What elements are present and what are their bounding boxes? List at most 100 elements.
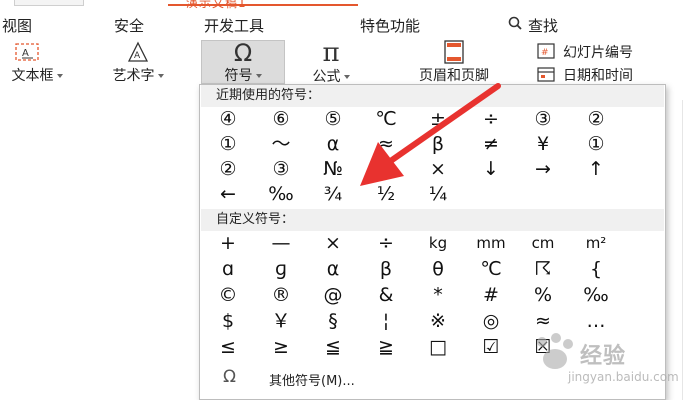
custom-symbol[interactable]: { <box>576 257 616 281</box>
custom-symbol[interactable]: © <box>208 283 248 307</box>
custom-symbol[interactable]: ÷ <box>366 231 406 255</box>
custom-symbol[interactable]: cm <box>523 231 563 255</box>
custom-symbol[interactable]: ℃ <box>471 257 511 281</box>
recent-symbol[interactable]: № <box>313 157 353 181</box>
search-icon[interactable] <box>508 16 522 30</box>
recent-symbol[interactable]: ③ <box>261 157 301 181</box>
recent-symbol[interactable]: α <box>313 132 353 156</box>
chevron-down-icon <box>343 74 350 79</box>
window-tab[interactable] <box>14 0 84 6</box>
recent-symbol[interactable]: ¾ <box>313 182 353 206</box>
symbol-tool[interactable]: Ω 符号 <box>201 40 285 84</box>
custom-symbol[interactable]: ☑ <box>471 335 511 359</box>
baidu-paw-logo-icon <box>537 333 573 369</box>
recent-symbol[interactable]: ¼ <box>418 182 458 206</box>
recent-symbol[interactable]: ≈ <box>366 132 406 156</box>
custom-symbol[interactable]: ≥ <box>261 335 301 359</box>
custom-symbol[interactable]: ◎ <box>471 309 511 333</box>
wordart-tool[interactable]: A 艺术字 <box>94 40 182 84</box>
custom-symbol[interactable]: ☈ <box>523 257 563 281</box>
custom-symbol[interactable]: ≧ <box>366 335 406 359</box>
chevron-down-icon <box>157 73 164 78</box>
recent-symbol[interactable]: ← <box>208 182 248 206</box>
formula-tool[interactable]: π 公式 <box>294 38 368 85</box>
custom-symbol[interactable]: kg <box>418 231 458 255</box>
custom-symbol[interactable]: — <box>261 231 301 255</box>
custom-symbol[interactable]: ɑ <box>208 257 248 281</box>
slide-number-label[interactable]: 幻灯片编号 <box>563 42 633 62</box>
recent-symbol[interactable]: ② <box>208 157 248 181</box>
recent-symbol[interactable]: ⑥ <box>261 107 301 131</box>
slide-number-icon[interactable]: # <box>537 43 555 59</box>
custom-symbols-header: 自定义符号： <box>201 209 664 231</box>
custom-symbol[interactable]: mm <box>471 231 511 255</box>
tab-security[interactable]: 安全 <box>114 15 144 36</box>
custom-symbol[interactable]: ‰ <box>576 283 616 307</box>
recent-symbol[interactable]: ↑ <box>576 157 616 181</box>
custom-symbol[interactable]: $ <box>208 309 248 333</box>
recent-symbol[interactable]: β <box>418 132 458 156</box>
recent-symbol[interactable]: ‰ <box>261 182 301 206</box>
more-symbols-label: 其他符号(M)... <box>269 374 355 389</box>
custom-symbol[interactable]: α <box>313 257 353 281</box>
recent-symbol[interactable]: ～ <box>261 132 301 156</box>
recent-symbol[interactable]: ① <box>576 132 616 156</box>
textbox-tool[interactable]: A 文本框 <box>0 40 74 84</box>
custom-symbol[interactable]: § <box>313 309 353 333</box>
custom-symbol[interactable]: ≤ <box>208 335 248 359</box>
custom-symbol[interactable]: β <box>366 257 406 281</box>
calendar-icon[interactable] <box>537 66 555 82</box>
pi-icon: π <box>322 38 340 68</box>
custom-symbol[interactable]: × <box>313 231 353 255</box>
formula-label: 公式 <box>312 69 341 85</box>
recent-symbol[interactable]: ¥ <box>523 132 563 156</box>
baidu-jingyan-watermark: 经验 jingyan.baidu.com <box>524 330 679 396</box>
recent-symbol[interactable]: ↓ <box>471 157 511 181</box>
custom-symbol[interactable]: @ <box>313 283 353 307</box>
custom-symbol[interactable]: # <box>471 283 511 307</box>
custom-symbol[interactable]: + <box>208 231 248 255</box>
custom-symbol[interactable]: ¦ <box>366 309 406 333</box>
textbox-icon: A <box>15 43 39 61</box>
header-footer-tool[interactable]: 页眉和页脚 <box>392 40 516 84</box>
recent-symbol[interactable]: × <box>418 157 458 181</box>
recent-symbol[interactable]: ② <box>576 107 616 131</box>
custom-symbol[interactable]: θ <box>418 257 458 281</box>
recent-symbol[interactable]: ③ <box>523 107 563 131</box>
wordart-label: 艺术字 <box>112 68 155 84</box>
svg-text:A: A <box>134 51 141 61</box>
custom-symbol[interactable]: □ <box>418 335 458 359</box>
recent-symbol[interactable]: ½ <box>366 182 406 206</box>
recent-symbol[interactable]: ℃ <box>366 107 406 131</box>
ribbon-toolbar: A 文本框 A 艺术字 Ω 符号 π 公式 页眉和页脚 # 幻灯片编号 日期和时… <box>0 40 700 88</box>
recent-symbol[interactable]: ± <box>418 107 458 131</box>
title-strip: 演示文稿1 <box>0 0 700 10</box>
custom-symbol[interactable]: * <box>418 283 458 307</box>
recent-symbol[interactable]: → <box>523 157 563 181</box>
recent-symbol[interactable]: ④ <box>208 107 248 131</box>
custom-symbol[interactable]: ￥ <box>261 309 301 333</box>
menu-tabs: 视图 安全 开发工具 特色功能 查找 <box>0 10 700 40</box>
custom-symbol[interactable]: ɡ <box>261 257 301 281</box>
omega-icon: Ω <box>233 39 253 67</box>
custom-symbol[interactable]: ≦ <box>313 335 353 359</box>
custom-symbol[interactable]: & <box>366 283 406 307</box>
tab-view[interactable]: 视图 <box>2 15 32 36</box>
custom-symbol[interactable]: m² <box>576 231 616 255</box>
custom-symbol[interactable]: % <box>523 283 563 307</box>
svg-text:#: # <box>541 48 549 58</box>
header-footer-label: 页眉和页脚 <box>419 68 489 84</box>
tab-special-features[interactable]: 特色功能 <box>360 15 420 36</box>
recent-symbol[interactable]: ≠ <box>471 132 511 156</box>
recent-symbol[interactable]: ⑤ <box>313 107 353 131</box>
recent-symbol[interactable]: √ <box>366 157 406 181</box>
custom-symbol[interactable]: ® <box>261 283 301 307</box>
omega-icon: Ω <box>223 367 236 387</box>
recent-symbol[interactable]: ÷ <box>471 107 511 131</box>
custom-symbol[interactable]: ※ <box>418 309 458 333</box>
tab-search[interactable]: 查找 <box>528 15 558 36</box>
recent-symbol[interactable]: ① <box>208 132 248 156</box>
tab-developer-tools[interactable]: 开发工具 <box>204 15 264 36</box>
chevron-down-icon <box>255 73 262 78</box>
date-time-label[interactable]: 日期和时间 <box>563 65 633 85</box>
